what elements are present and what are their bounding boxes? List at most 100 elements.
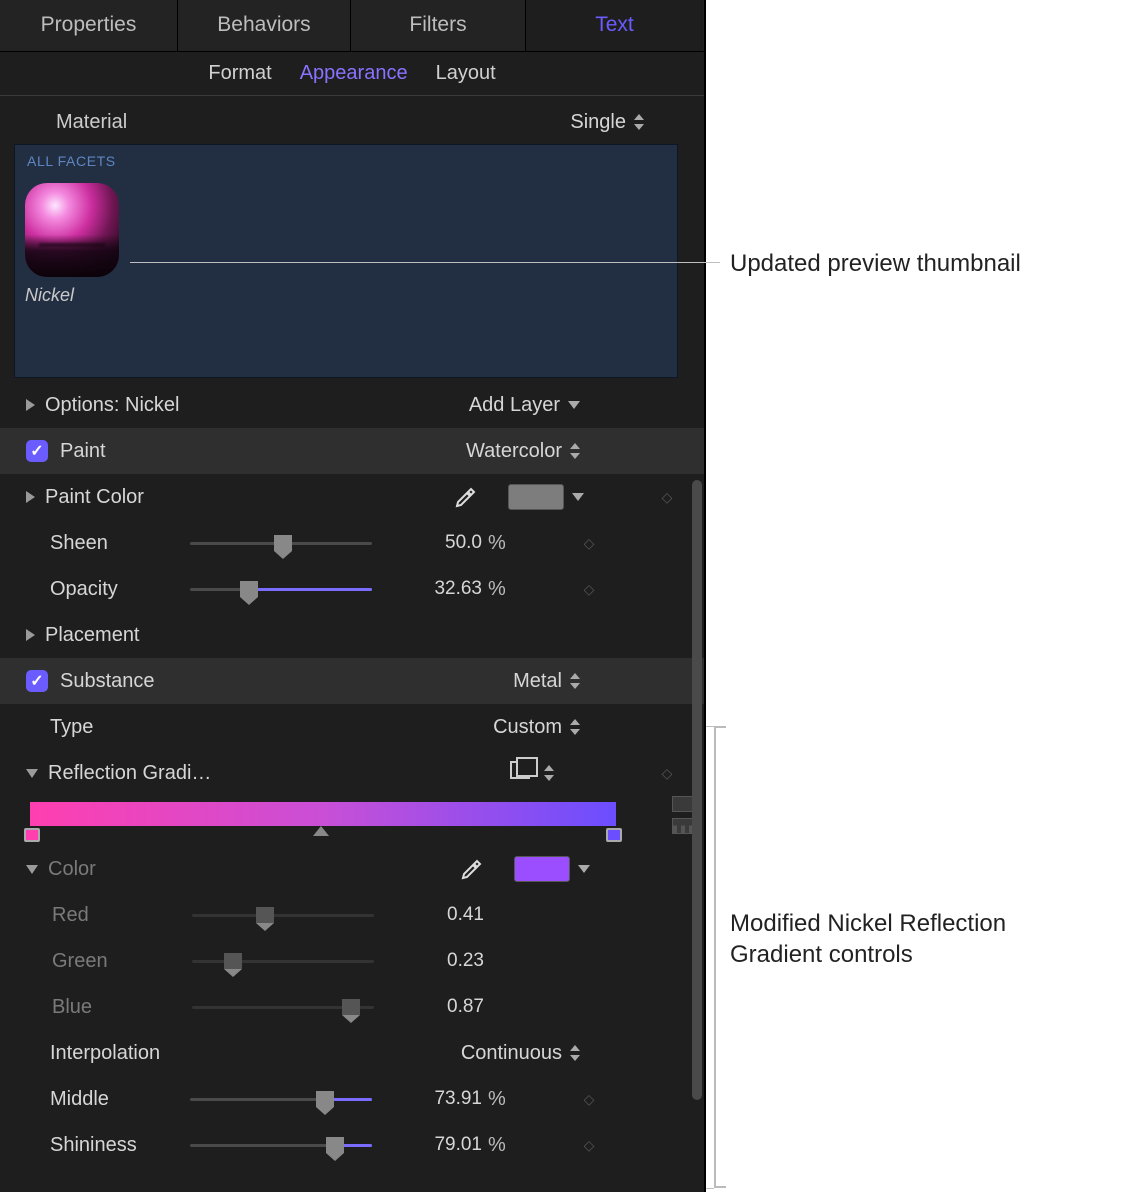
gradient-stops-track[interactable] bbox=[30, 826, 616, 846]
updown-icon bbox=[570, 719, 580, 735]
sub-tab-layout[interactable]: Layout bbox=[436, 62, 496, 85]
interpolation-value: Continuous bbox=[461, 1042, 562, 1065]
keyframe-diamond-icon[interactable]: ◇ bbox=[644, 765, 690, 782]
opacity-row: Opacity 32.63 % ◇ bbox=[0, 566, 704, 612]
paint-checkbox[interactable]: ✓ bbox=[26, 440, 48, 462]
callout-bracket-tick bbox=[706, 726, 714, 727]
blue-slider[interactable] bbox=[192, 997, 374, 1017]
percent-unit: % bbox=[482, 1134, 512, 1157]
middle-value[interactable]: 73.91 bbox=[372, 1088, 482, 1110]
shininess-value[interactable]: 79.01 bbox=[372, 1134, 482, 1156]
material-mode-value: Single bbox=[570, 111, 626, 134]
disclosure-icon[interactable] bbox=[26, 399, 35, 411]
keyframe-diamond-icon[interactable]: ◇ bbox=[644, 489, 690, 506]
updown-icon bbox=[570, 673, 580, 689]
sheen-value[interactable]: 50.0 bbox=[372, 532, 482, 554]
chevron-down-icon[interactable] bbox=[572, 493, 584, 501]
paint-type-popup[interactable]: Watercolor bbox=[466, 440, 580, 463]
gradient-color-label: Color bbox=[48, 858, 460, 881]
shininess-slider[interactable] bbox=[190, 1135, 372, 1155]
layers-icon bbox=[510, 761, 530, 779]
opacity-slider[interactable] bbox=[190, 579, 372, 599]
sheen-slider[interactable] bbox=[190, 533, 372, 553]
red-value[interactable]: 0.41 bbox=[374, 904, 484, 926]
red-slider[interactable] bbox=[192, 905, 374, 925]
gradient-color-swatch[interactable] bbox=[514, 856, 570, 882]
tab-text[interactable]: Text bbox=[526, 0, 703, 51]
blue-row: Blue 0.87 bbox=[0, 984, 704, 1030]
all-facets-label: ALL FACETS bbox=[27, 153, 116, 169]
gradient-stop-right[interactable] bbox=[606, 828, 622, 842]
placement-label: Placement bbox=[45, 624, 690, 647]
material-row: Material Single bbox=[0, 100, 704, 144]
callout-line-2: Gradient controls bbox=[730, 939, 1006, 970]
add-layer-popup[interactable]: Add Layer bbox=[469, 394, 580, 417]
top-tab-bar: Properties Behaviors Filters Text bbox=[0, 0, 704, 52]
interpolation-label: Interpolation bbox=[50, 1042, 461, 1065]
keyframe-diamond-icon[interactable]: ◇ bbox=[566, 1137, 612, 1154]
disclosure-icon[interactable] bbox=[26, 491, 35, 503]
percent-unit: % bbox=[482, 532, 512, 555]
material-thumb-card[interactable]: Nickel bbox=[23, 183, 135, 377]
substance-type-row: Type Custom bbox=[0, 704, 704, 750]
scrollbar-thumb[interactable] bbox=[692, 480, 702, 1100]
middle-slider[interactable] bbox=[190, 1089, 372, 1109]
paint-header: ✓ Paint Watercolor bbox=[0, 428, 704, 474]
reflection-gradient-row: Reflection Gradi… ◇ bbox=[0, 750, 704, 796]
substance-kind-value: Metal bbox=[513, 670, 562, 693]
disclosure-icon[interactable] bbox=[26, 629, 35, 641]
sub-tab-format[interactable]: Format bbox=[208, 62, 271, 85]
sub-tab-appearance[interactable]: Appearance bbox=[300, 62, 408, 85]
callout-line-1: Modified Nickel Reflection bbox=[730, 908, 1006, 939]
callout-reflection-gradient: Modified Nickel Reflection Gradient cont… bbox=[730, 908, 1006, 970]
material-thumb-caption: Nickel bbox=[23, 285, 135, 306]
updown-icon bbox=[570, 443, 580, 459]
substance-type-popup[interactable]: Custom bbox=[493, 716, 580, 739]
gradient-midpoint-handle[interactable] bbox=[313, 826, 329, 836]
scrollbar[interactable] bbox=[692, 460, 702, 1182]
green-value[interactable]: 0.23 bbox=[374, 950, 484, 972]
gradient-stop-left[interactable] bbox=[24, 828, 40, 842]
keyframe-diamond-icon[interactable]: ◇ bbox=[566, 535, 612, 552]
substance-checkbox[interactable]: ✓ bbox=[26, 670, 48, 692]
tab-behaviors[interactable]: Behaviors bbox=[178, 0, 351, 51]
opacity-value[interactable]: 32.63 bbox=[372, 578, 482, 600]
substance-kind-popup[interactable]: Metal bbox=[513, 670, 580, 693]
percent-unit: % bbox=[482, 1088, 512, 1111]
paint-color-row: Paint Color ◇ bbox=[0, 474, 704, 520]
keyframe-diamond-icon[interactable]: ◇ bbox=[566, 1091, 612, 1108]
material-preview-thumbnail[interactable] bbox=[25, 183, 119, 277]
gradient-color-row: Color bbox=[0, 846, 704, 892]
material-label: Material bbox=[56, 111, 570, 134]
options-row: Options: Nickel Add Layer bbox=[0, 382, 704, 428]
gradient-bar[interactable] bbox=[30, 802, 616, 826]
interpolation-popup[interactable]: Continuous bbox=[461, 1042, 580, 1065]
red-row: Red 0.41 bbox=[0, 892, 704, 938]
placement-row: Placement bbox=[0, 612, 704, 658]
middle-label: Middle bbox=[50, 1088, 190, 1111]
gradient-preset-button[interactable] bbox=[510, 761, 530, 785]
interpolation-row: Interpolation Continuous bbox=[0, 1030, 704, 1076]
substance-title: Substance bbox=[60, 670, 513, 693]
red-label: Red bbox=[52, 904, 192, 927]
sub-tab-bar: Format Appearance Layout bbox=[0, 52, 704, 96]
chevron-down-icon[interactable] bbox=[578, 865, 590, 873]
tab-properties[interactable]: Properties bbox=[0, 0, 178, 51]
chevron-down-icon bbox=[568, 401, 580, 409]
disclosure-open-icon[interactable] bbox=[26, 769, 38, 778]
paint-color-swatch[interactable] bbox=[508, 484, 564, 510]
paint-type-value: Watercolor bbox=[466, 440, 562, 463]
material-mode-popup[interactable]: Single bbox=[570, 111, 644, 134]
disclosure-open-icon[interactable] bbox=[26, 865, 38, 874]
blue-value[interactable]: 0.87 bbox=[374, 996, 484, 1018]
opacity-label: Opacity bbox=[50, 578, 190, 601]
eyedropper-icon[interactable] bbox=[460, 857, 484, 881]
tab-filters[interactable]: Filters bbox=[351, 0, 526, 51]
green-slider[interactable] bbox=[192, 951, 374, 971]
gradient-editor bbox=[0, 796, 704, 846]
eyedropper-icon[interactable] bbox=[454, 485, 478, 509]
percent-unit: % bbox=[482, 578, 512, 601]
type-value: Custom bbox=[493, 716, 562, 739]
keyframe-diamond-icon[interactable]: ◇ bbox=[566, 581, 612, 598]
updown-icon[interactable] bbox=[544, 765, 554, 781]
